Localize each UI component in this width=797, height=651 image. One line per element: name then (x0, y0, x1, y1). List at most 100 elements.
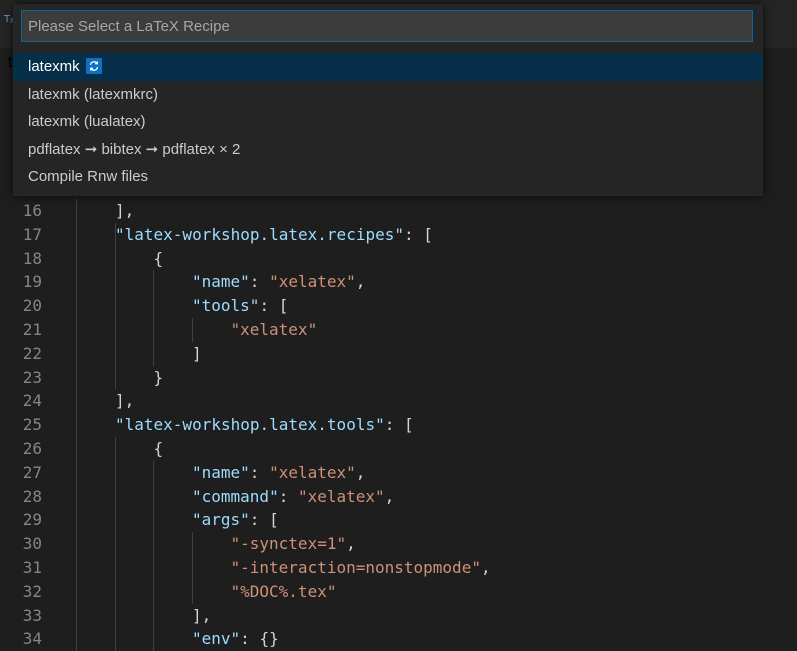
json-punctuation: , (355, 272, 366, 292)
line-number: 25 (22, 415, 42, 435)
code-line[interactable]: 21 "xelatex" (0, 318, 797, 342)
code-text: ], (192, 604, 211, 628)
code-line[interactable]: 32 "%DOC%.tex" (0, 580, 797, 604)
json-key: "env" (192, 629, 241, 649)
json-punctuation: : [ (384, 415, 414, 435)
line-number: 22 (22, 343, 42, 363)
code-line[interactable]: 29 "args": [ (0, 508, 797, 532)
code-line[interactable]: 17 "latex-workshop.latex.recipes": [ (0, 223, 797, 247)
code-text: "latex-workshop.latex.recipes": [ (115, 223, 433, 247)
json-punctuation: , (480, 558, 491, 577)
code-line[interactable]: 16], (0, 199, 797, 223)
recipe-item-label: latexmk (lualatex) (28, 113, 146, 130)
json-string: "-interaction=nonstopmode" (230, 558, 481, 577)
code-line[interactable]: 33], (0, 604, 797, 628)
line-number: 32 (22, 581, 42, 601)
code-text: } (154, 366, 164, 390)
line-number: 33 (22, 605, 42, 625)
json-punctuation: ] (192, 343, 202, 363)
code-line[interactable]: 31 "-interaction=nonstopmode", (0, 556, 797, 580)
json-key: "args" (192, 510, 250, 530)
line-number: 31 (22, 558, 42, 577)
code-text: "latex-workshop.latex.tools": [ (115, 413, 414, 437)
code-line[interactable]: 34 "env": {} (0, 627, 797, 651)
json-punctuation: : (249, 462, 270, 482)
code-line[interactable]: 25 "latex-workshop.latex.tools": [ (0, 413, 797, 437)
code-text: { (154, 247, 164, 271)
code-text: ] (192, 342, 202, 366)
code-text: "tools": [ (192, 294, 288, 318)
json-punctuation: ], (115, 201, 135, 220)
json-punctuation: : [ (259, 296, 289, 316)
code-text: "name": "xelatex", (192, 270, 365, 294)
json-punctuation: : (249, 272, 270, 292)
recipe-search-input[interactable] (21, 10, 753, 42)
json-punctuation: : [ (403, 224, 433, 244)
sync-icon (85, 58, 102, 74)
code-line[interactable]: 18 { (0, 247, 797, 271)
recipe-item-label: latexmk (latexmkrc) (28, 85, 159, 103)
json-punctuation: ], (115, 391, 135, 411)
line-number: 30 (22, 534, 42, 554)
json-key: "name" (192, 272, 250, 292)
json-punctuation: : [ (249, 510, 279, 530)
code-line[interactable]: 30 "-synctex=1", (0, 532, 797, 556)
line-number: 26 (22, 439, 42, 458)
line-number: 17 (22, 224, 42, 244)
code-text: "%DOC%.tex" (231, 580, 337, 604)
json-key: "tools" (192, 296, 260, 316)
code-text: "-interaction=nonstopmode", (231, 556, 491, 580)
json-punctuation: : {} (240, 629, 279, 649)
code-line[interactable]: 23} (0, 366, 797, 390)
recipe-item-latexmkrc[interactable]: latexmk (latexmkrc) (13, 81, 763, 109)
json-punctuation: : (278, 486, 298, 506)
line-number: 28 (22, 486, 42, 506)
code-text: "args": [ (192, 508, 279, 532)
code-line[interactable]: 19 "name": "xelatex", (0, 270, 797, 294)
json-key: "command" (192, 486, 279, 506)
recipe-item-lualatex[interactable]: latexmk (lualatex) (13, 108, 763, 136)
code-line[interactable]: 27 "name": "xelatex", (0, 461, 797, 485)
recipe-item-pdflatex-bibtex[interactable]: pdflatex ➞ bibtex ➞ pdflatex × 2 (13, 136, 763, 164)
code-line[interactable]: 24], (0, 389, 797, 413)
line-number: 16 (22, 201, 42, 220)
code-line[interactable]: 26 { (0, 437, 797, 461)
line-number: 18 (22, 248, 42, 268)
code-text: "name": "xelatex", (192, 461, 365, 485)
json-string: "xelatex" (269, 462, 356, 482)
line-number: 24 (22, 391, 42, 411)
line-number: 34 (22, 629, 42, 649)
code-line[interactable]: 20 "tools": [ (0, 294, 797, 318)
recipe-item-compile-rnw[interactable]: Compile Rnw files (13, 163, 763, 191)
line-number: 29 (22, 510, 42, 530)
code-text: "env": {} (192, 627, 279, 651)
line-number: 20 (22, 296, 42, 316)
line-number: 19 (22, 272, 42, 292)
line-number: 23 (22, 367, 42, 387)
json-key: "latex-workshop.latex.tools" (115, 415, 385, 435)
json-punctuation: , (346, 534, 356, 554)
recipe-item-label: Compile Rnw files (28, 168, 149, 185)
json-punctuation: { (153, 439, 164, 458)
recipe-quick-pick: latexmk latexmk (latexmkrc) latexmk (lua… (13, 4, 763, 196)
code-line[interactable]: 28 "command": "xelatex", (0, 485, 797, 509)
code-text: ], (115, 199, 134, 223)
code-text: "xelatex" (231, 318, 318, 342)
json-punctuation: { (153, 248, 164, 268)
json-string: "xelatex" (297, 486, 385, 506)
code-text: "command": "xelatex", (192, 485, 394, 509)
json-punctuation: , (355, 462, 366, 482)
json-punctuation: } (153, 367, 164, 387)
recipe-item-label: latexmk (28, 58, 80, 75)
json-string: "xelatex" (269, 272, 356, 292)
line-number: 27 (22, 462, 42, 482)
json-string: "-synctex=1" (230, 534, 347, 554)
recipe-list: latexmk latexmk (latexmkrc) latexmk (lua… (13, 53, 763, 191)
code-text: "-synctex=1", (231, 532, 356, 556)
json-punctuation: , (384, 486, 395, 506)
recipe-item-latexmk[interactable]: latexmk (13, 53, 763, 81)
code-text: { (154, 437, 164, 461)
code-line[interactable]: 22] (0, 342, 797, 366)
json-punctuation: ], (192, 605, 212, 625)
json-string: "%DOC%.tex" (230, 581, 337, 601)
